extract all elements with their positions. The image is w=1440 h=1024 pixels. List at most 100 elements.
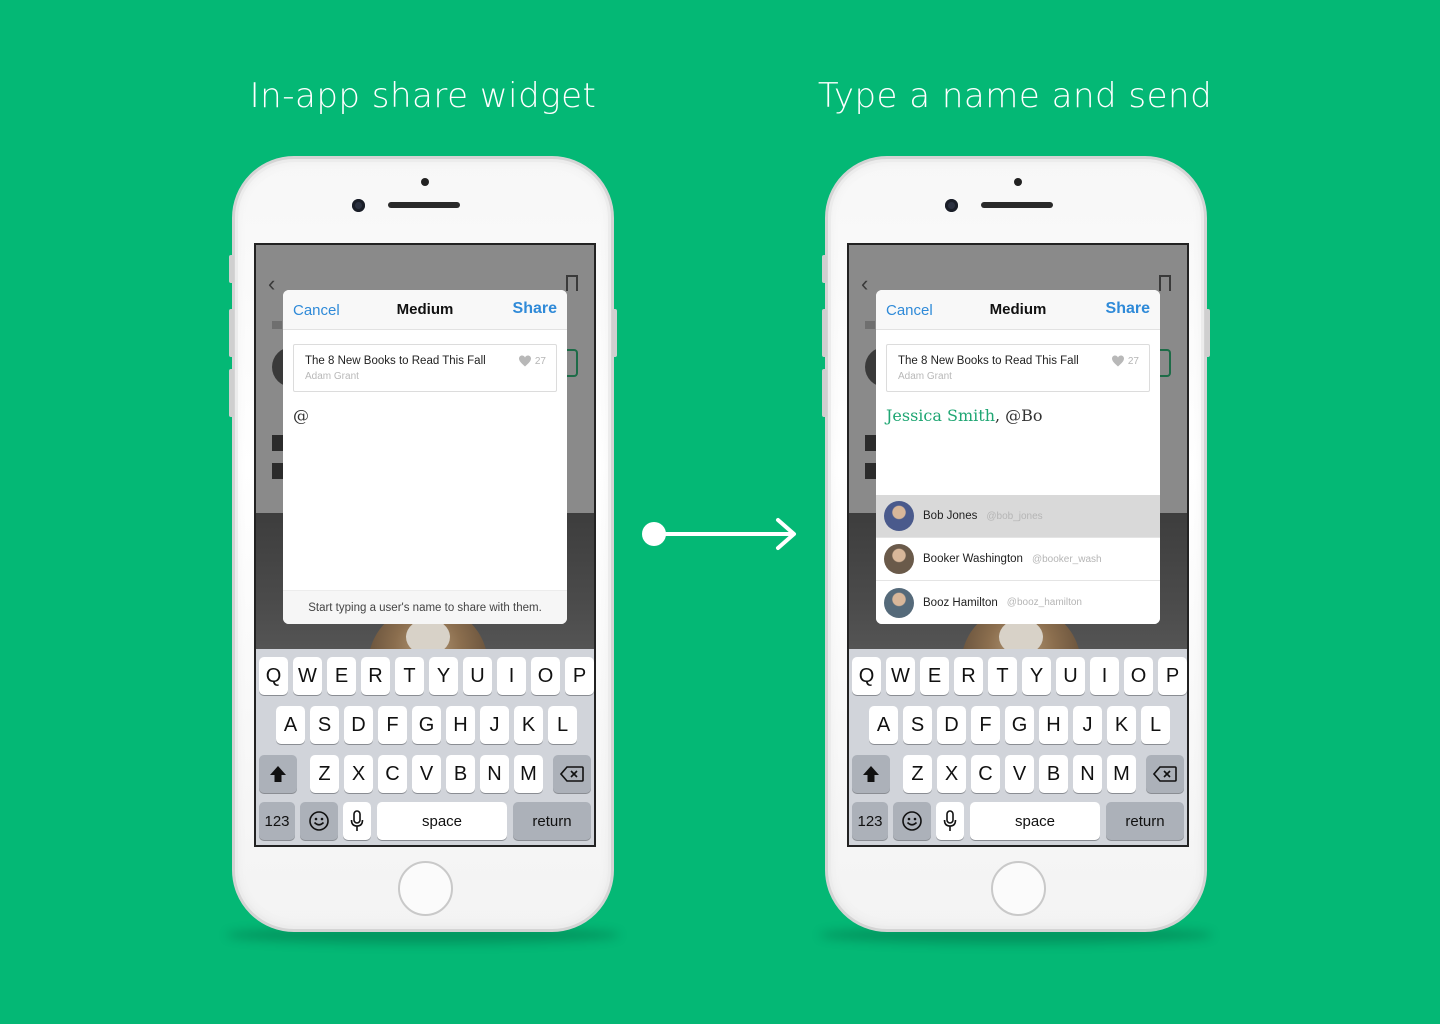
suggestion-row[interactable]: Booz Hamilton @booz_hamilton	[876, 581, 1160, 624]
key-b[interactable]: B	[1039, 755, 1068, 793]
front-camera	[352, 199, 365, 212]
key-s[interactable]: S	[903, 706, 932, 744]
key-n[interactable]: N	[1073, 755, 1102, 793]
power-button	[1205, 309, 1210, 357]
return-key[interactable]: return	[1106, 802, 1184, 840]
share-sheet: Cancel Medium Share The 8 New Books to R…	[283, 290, 567, 624]
delete-key[interactable]	[553, 755, 591, 793]
key-t[interactable]: T	[988, 657, 1017, 695]
share-button[interactable]: Share	[513, 300, 557, 318]
key-c[interactable]: C	[971, 755, 1000, 793]
delete-icon	[560, 766, 584, 782]
panel-title-left: In-app share widget	[249, 76, 597, 116]
key-g[interactable]: G	[412, 706, 441, 744]
key-w[interactable]: W	[886, 657, 915, 695]
heart-icon	[1111, 355, 1124, 367]
dictation-key[interactable]	[936, 802, 964, 840]
key-s[interactable]: S	[310, 706, 339, 744]
key-f[interactable]: F	[971, 706, 1000, 744]
key-r[interactable]: R	[361, 657, 390, 695]
numbers-key[interactable]: 123	[852, 802, 888, 840]
key-c[interactable]: C	[378, 755, 407, 793]
space-key[interactable]: space	[970, 802, 1100, 840]
key-b[interactable]: B	[446, 755, 475, 793]
bookmark-icon[interactable]	[566, 275, 578, 291]
key-d[interactable]: D	[937, 706, 966, 744]
share-button[interactable]: Share	[1106, 300, 1150, 318]
key-u[interactable]: U	[463, 657, 492, 695]
key-g[interactable]: G	[1005, 706, 1034, 744]
key-l[interactable]: L	[1141, 706, 1170, 744]
key-p[interactable]: P	[565, 657, 594, 695]
key-v[interactable]: V	[412, 755, 441, 793]
key-d[interactable]: D	[344, 706, 373, 744]
space-key[interactable]: space	[377, 802, 507, 840]
numbers-key[interactable]: 123	[259, 802, 295, 840]
likes-count: 27	[1127, 355, 1139, 367]
key-z[interactable]: Z	[903, 755, 932, 793]
mention-token[interactable]: Jessica Smith	[886, 406, 995, 425]
bookmark-icon[interactable]	[1159, 275, 1171, 291]
key-v[interactable]: V	[1005, 755, 1034, 793]
suggestion-row[interactable]: Bob Jones @bob_jones	[876, 495, 1160, 538]
compose-input[interactable]: @	[293, 406, 557, 425]
key-w[interactable]: W	[293, 657, 322, 695]
compose-text: @	[293, 406, 309, 425]
key-q[interactable]: Q	[259, 657, 288, 695]
key-a[interactable]: A	[276, 706, 305, 744]
key-h[interactable]: H	[446, 706, 475, 744]
delete-key[interactable]	[1146, 755, 1184, 793]
key-u[interactable]: U	[1056, 657, 1085, 695]
key-h[interactable]: H	[1039, 706, 1068, 744]
home-button[interactable]	[991, 861, 1046, 916]
emoji-key[interactable]	[300, 802, 338, 840]
shift-key[interactable]	[259, 755, 297, 793]
key-j[interactable]: J	[1073, 706, 1102, 744]
key-i[interactable]: I	[1090, 657, 1119, 695]
key-i[interactable]: I	[497, 657, 526, 695]
key-k[interactable]: K	[1107, 706, 1136, 744]
key-o[interactable]: O	[531, 657, 560, 695]
key-l[interactable]: L	[548, 706, 577, 744]
key-o[interactable]: O	[1124, 657, 1153, 695]
key-x[interactable]: X	[937, 755, 966, 793]
earpiece-speaker	[981, 202, 1053, 208]
key-e[interactable]: E	[920, 657, 949, 695]
key-r[interactable]: R	[954, 657, 983, 695]
key-y[interactable]: Y	[1022, 657, 1051, 695]
key-z[interactable]: Z	[310, 755, 339, 793]
back-chevron-icon[interactable]: ‹	[268, 271, 275, 297]
suggestion-name: Bob Jones	[923, 510, 978, 522]
article-meta	[272, 321, 282, 329]
home-button[interactable]	[398, 861, 453, 916]
avatar	[884, 587, 914, 618]
key-f[interactable]: F	[378, 706, 407, 744]
key-n[interactable]: N	[480, 755, 509, 793]
earpiece-speaker	[388, 202, 460, 208]
power-button	[612, 309, 617, 357]
key-e[interactable]: E	[327, 657, 356, 695]
suggestion-row[interactable]: Booker Washington @booker_wash	[876, 538, 1160, 581]
dictation-key[interactable]	[343, 802, 371, 840]
key-p[interactable]: P	[1158, 657, 1187, 695]
back-chevron-icon[interactable]: ‹	[861, 271, 868, 297]
emoji-key[interactable]	[893, 802, 931, 840]
keyboard-row-2: ASDFGHJKL	[256, 706, 594, 744]
phone-left: ‹ Cancel Medium Share The 8 New Books to…	[229, 156, 617, 932]
key-a[interactable]: A	[869, 706, 898, 744]
key-y[interactable]: Y	[429, 657, 458, 695]
key-j[interactable]: J	[480, 706, 509, 744]
key-x[interactable]: X	[344, 755, 373, 793]
key-m[interactable]: M	[1107, 755, 1136, 793]
key-k[interactable]: K	[514, 706, 543, 744]
suggestion-handle: @booz_hamilton	[1006, 597, 1082, 608]
mute-switch	[822, 255, 827, 283]
key-q[interactable]: Q	[852, 657, 881, 695]
key-m[interactable]: M	[514, 755, 543, 793]
suggestion-name: Booker Washington	[923, 553, 1023, 565]
return-key[interactable]: return	[513, 802, 591, 840]
key-t[interactable]: T	[395, 657, 424, 695]
shift-key[interactable]	[852, 755, 890, 793]
compose-input[interactable]: Jessica Smith, @Bo	[886, 406, 1150, 425]
phone-screen: ‹ Cancel Medium Share The 8 New Books to…	[254, 243, 596, 847]
